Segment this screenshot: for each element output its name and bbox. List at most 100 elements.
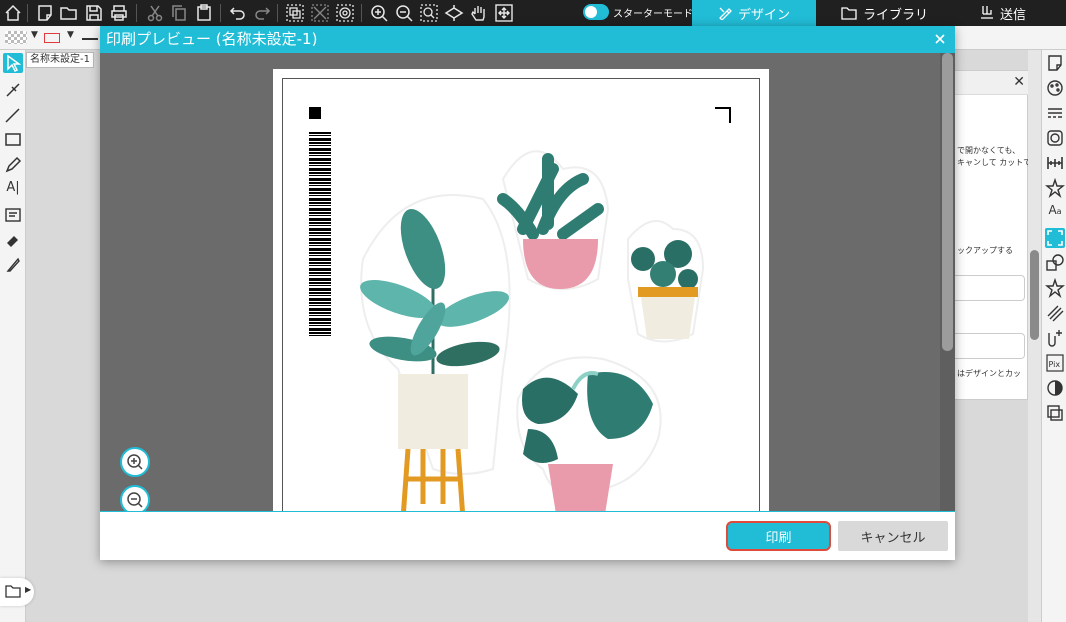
panel-note: はデザインとカッ [957, 369, 1021, 378]
chevron-down-icon[interactable]: ▼ [67, 30, 74, 40]
knife-tool-icon[interactable] [3, 255, 23, 275]
cancel-button[interactable]: キャンセル [838, 521, 948, 551]
dialog-title-bar: 印刷プレビュー (名称未設定-1) [100, 26, 955, 53]
registration-mark-square [309, 107, 321, 119]
zoom-out-icon[interactable] [394, 3, 414, 23]
close-icon[interactable] [931, 30, 949, 48]
ungroup-icon[interactable] [310, 3, 330, 23]
svg-text:Pix: Pix [1049, 360, 1061, 369]
transform-icon[interactable] [1045, 178, 1065, 198]
panel-header: ✕ [949, 71, 1029, 95]
rectangle-tool-icon[interactable] [3, 130, 23, 150]
align-icon[interactable] [1045, 153, 1065, 173]
backup-label: ックアップする [957, 246, 1013, 255]
text-tool-icon[interactable]: A| [3, 180, 23, 200]
line-style-sample[interactable] [82, 38, 98, 40]
select-tool-icon[interactable] [3, 53, 23, 73]
image-effects-icon[interactable] [1045, 128, 1065, 148]
point-edit-tool-icon[interactable] [3, 80, 23, 100]
print-icon[interactable] [109, 3, 129, 23]
left-tool-panel: A| [0, 50, 26, 622]
color-icon[interactable] [1045, 378, 1065, 398]
undo-icon[interactable] [228, 3, 248, 23]
tab-library-label: ライブラリ [863, 7, 929, 23]
redo-icon[interactable] [252, 3, 272, 23]
cut-icon[interactable] [145, 3, 165, 23]
settings-panel: ✕ で開かなくても、 キャンして カットで ックアップする はデザインとカッ [948, 70, 1029, 400]
print-page [273, 69, 769, 511]
print-button[interactable]: 印刷 [726, 521, 831, 551]
print-preview-dialog: 印刷プレビュー (名称未設定-1) 印刷 キャンセル [100, 26, 955, 560]
text-box-tool-icon[interactable] [3, 205, 23, 225]
zoom-out-button[interactable] [120, 485, 150, 511]
pink-pot-sticker [497, 150, 610, 290]
print-and-cut-icon[interactable] [1045, 228, 1065, 248]
panel-text-line: で開かなくても、 [957, 146, 1021, 155]
pan-hand-icon[interactable] [469, 3, 489, 23]
replicate-icon[interactable] [1045, 253, 1065, 273]
right-panel-rail: Aa Pix [1041, 50, 1066, 622]
preview-area [100, 53, 955, 511]
layers-icon[interactable] [1045, 403, 1065, 423]
folder-icon [841, 6, 857, 20]
main-toolbar: スターターモードオフ デザイン ライブラリ 送信 [0, 0, 1066, 26]
send-icon [980, 5, 994, 21]
zoom-selection-icon[interactable] [419, 3, 439, 23]
modify-icon[interactable] [1045, 278, 1065, 298]
tab-send-label: 送信 [1000, 7, 1027, 23]
folder-icon [5, 584, 21, 598]
panel-input[interactable] [949, 275, 1025, 301]
panel-text: で開かなくても、 キャンして カットで [957, 145, 1029, 169]
tab-library[interactable]: ライブラリ [841, 0, 928, 26]
eraser-tool-icon[interactable] [3, 230, 23, 250]
toolbar-divider [136, 4, 137, 22]
compound-path-icon[interactable] [335, 3, 355, 23]
chevron-right-icon: ▶ [25, 585, 32, 594]
toolbar-divider [220, 4, 221, 22]
sticker-artwork [360, 150, 705, 511]
text-style-icon[interactable]: Aa [1045, 203, 1065, 223]
tab-send[interactable]: 送信 [980, 0, 1026, 26]
pixscan-icon[interactable]: Pix [1045, 353, 1065, 373]
pen-tool-icon[interactable] [3, 155, 23, 175]
tab-design-label: デザイン [737, 7, 790, 23]
monstera-pot-sticker [516, 356, 662, 511]
panel-input[interactable] [949, 333, 1025, 359]
line-tool-icon[interactable] [3, 105, 23, 125]
line-style-icon[interactable] [1045, 103, 1065, 123]
plant-stand-sticker [360, 194, 511, 511]
group-icon[interactable] [285, 3, 305, 23]
move-icon[interactable] [494, 3, 514, 23]
toggle-switch[interactable] [583, 4, 609, 20]
design-icon [718, 6, 732, 20]
zoom-in-icon[interactable] [369, 3, 389, 23]
trace-icon[interactable] [1045, 328, 1065, 348]
fit-page-icon[interactable] [444, 3, 464, 23]
registration-barcode [309, 132, 331, 338]
zoom-in-button[interactable] [120, 447, 150, 477]
offset-icon[interactable] [1045, 303, 1065, 323]
page-setup-icon[interactable] [1045, 53, 1065, 73]
line-color-swatch[interactable] [44, 33, 60, 43]
tab-design[interactable]: デザイン [692, 0, 816, 26]
toolbar-divider [277, 4, 278, 22]
toolbar-divider [361, 4, 362, 22]
paste-icon[interactable] [194, 3, 214, 23]
open-folder-icon[interactable] [59, 3, 79, 23]
save-icon[interactable] [84, 3, 104, 23]
new-file-icon[interactable] [35, 3, 55, 23]
preview-scrollbar-thumb[interactable] [942, 53, 953, 351]
copy-icon[interactable] [169, 3, 189, 23]
document-tab[interactable]: 名称未設定-1 [26, 52, 94, 68]
close-icon[interactable]: ✕ [1013, 74, 1025, 90]
library-folder-button[interactable]: ▶ [0, 578, 34, 606]
cactus-pot-sticker [627, 220, 705, 343]
panel-text-line: キャンして カットで [957, 158, 1029, 167]
fill-pattern-swatch[interactable] [5, 31, 27, 44]
chevron-down-icon[interactable]: ▼ [31, 30, 38, 40]
fill-color-icon[interactable] [1045, 78, 1065, 98]
home-icon[interactable] [3, 3, 23, 23]
toolbar-divider [27, 4, 28, 22]
zoom-out-icon [127, 492, 143, 508]
scrollbar-thumb[interactable] [1030, 250, 1039, 340]
